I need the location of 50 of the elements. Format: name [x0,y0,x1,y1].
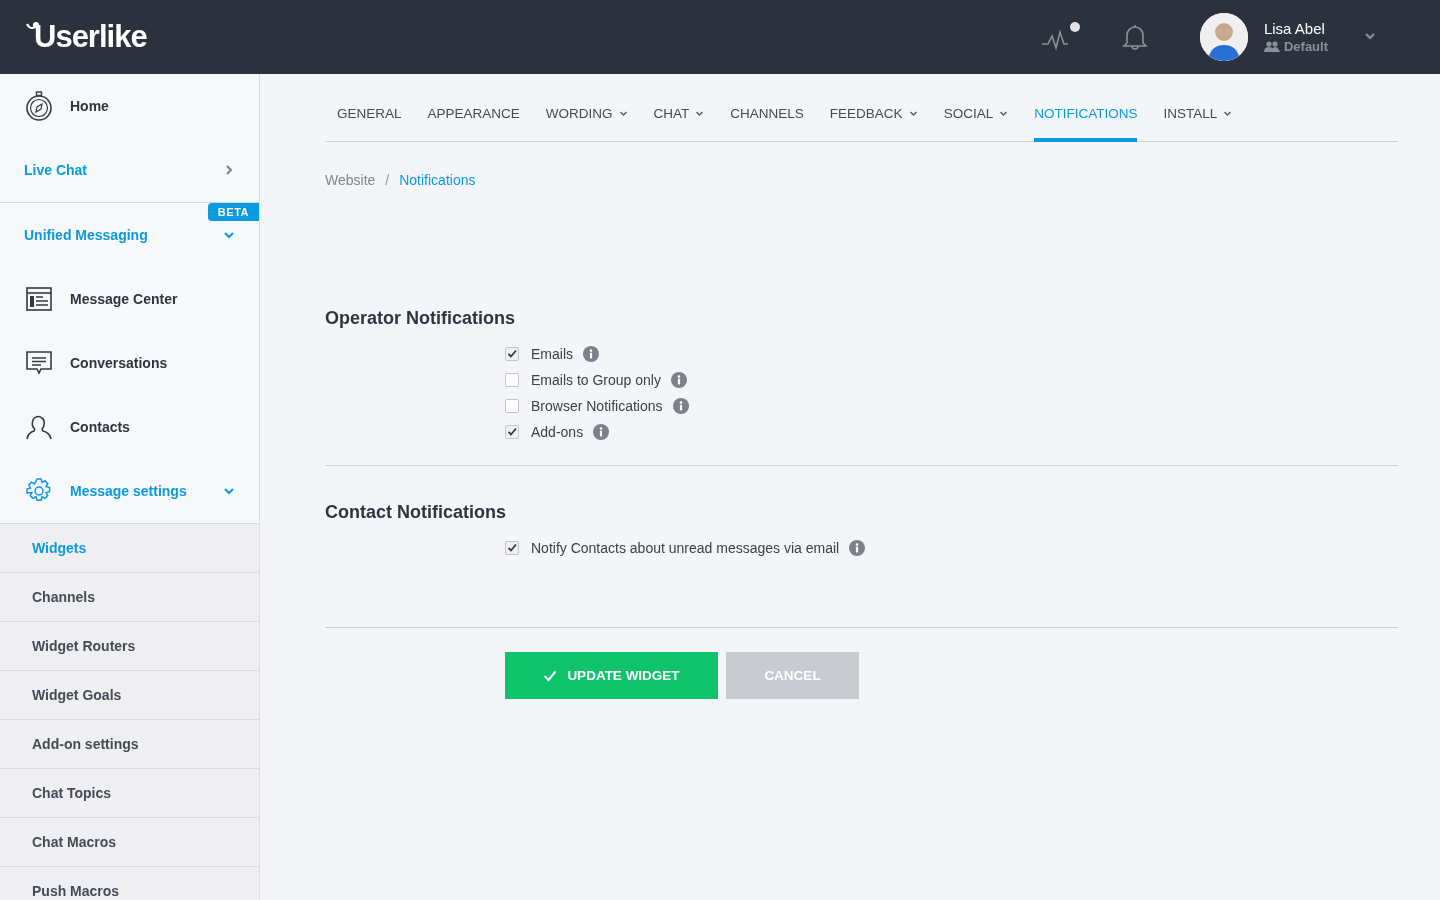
checkbox[interactable] [505,373,519,387]
checkbox[interactable] [505,347,519,361]
option-label: Notify Contacts about unread messages via email [531,540,840,556]
beta-badge: BETA [207,203,259,221]
option-label: Browser Notifications [531,398,663,414]
nav-item[interactable]: Home [0,74,259,138]
chevron-icon[interactable] [1364,30,1376,42]
info-icon[interactable] [670,372,687,388]
tab[interactable]: SOCIAL [943,98,1009,142]
nav-subitem[interactable]: Add-on settings [0,720,259,769]
info-icon[interactable] [583,346,599,362]
nav-subitem[interactable]: Channels [0,573,259,622]
tab[interactable]: APPEARANCE [427,98,520,142]
nav-subitem[interactable]: Push Macros [0,867,259,900]
checkbox[interactable] [505,541,519,555]
nav-item[interactable]: Message Center [0,267,259,331]
tab[interactable]: FEEDBACK [829,98,918,142]
section-heading: Operator Notifications [325,308,517,329]
nav-item[interactable]: Contacts [0,395,259,459]
option-label: Emails [531,346,573,362]
tab[interactable]: GENERAL [337,98,402,142]
nav-subitem[interactable]: Chat Topics [0,769,259,818]
tab[interactable]: CHAT [653,98,705,142]
group-icon [1263,41,1280,52]
section-heading: Contact Notifications [325,502,507,523]
bell-icon[interactable] [1121,23,1148,51]
user-role: Default [1283,39,1328,54]
nav-item[interactable]: Conversations [0,331,259,395]
tab[interactable]: WORDING [545,98,628,142]
user-name: Lisa Abel [1263,20,1326,37]
option-label: Emails to Group only [531,372,661,388]
compass-icon [24,91,54,121]
breadcrumb-separator: / [385,172,390,190]
option-label: Add-ons [531,424,584,440]
person-icon [24,414,54,440]
activity-icon[interactable] [1039,22,1082,52]
tab[interactable]: INSTALL [1163,98,1233,142]
info-icon[interactable] [672,398,689,414]
nav-subitem[interactable]: Widget Goals [0,671,259,720]
avatar[interactable] [1199,13,1248,61]
window-icon [24,287,54,311]
check-icon [543,669,558,682]
nav-subitem[interactable]: Chat Macros [0,818,259,867]
checkbox[interactable] [505,399,519,413]
tab[interactable]: CHANNELS [730,98,804,142]
nav-subitem[interactable]: Widget Routers [0,622,259,671]
info-icon[interactable] [849,540,866,556]
info-icon[interactable] [593,424,610,440]
checkbox[interactable] [505,425,519,439]
chat-bubble-icon [24,351,54,375]
